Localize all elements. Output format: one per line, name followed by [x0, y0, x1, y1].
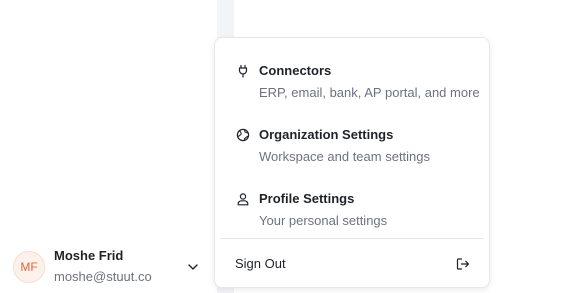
app-root: MF Moshe Frid moshe@stuut.co Connectors …	[0, 0, 568, 293]
plug-icon	[238, 64, 248, 78]
menu-item-description: ERP, email, bank, AP portal, and more	[259, 85, 480, 100]
sidebar: MF Moshe Frid moshe@stuut.co	[0, 0, 217, 293]
sign-out-label: Sign Out	[235, 256, 286, 271]
user-account-button[interactable]: MF Moshe Frid moshe@stuut.co	[0, 238, 217, 293]
menu-item-title: Profile Settings	[259, 191, 355, 206]
menu-divider	[220, 238, 484, 239]
menu-item-title: Organization Settings	[259, 127, 394, 142]
menu-item-profile-settings[interactable]: Profile Settings Your personal settings	[215, 174, 489, 234]
sign-out-button[interactable]: Sign Out	[215, 248, 489, 280]
menu-item-description: Your personal settings	[259, 213, 388, 228]
chevron-down-icon[interactable]	[186, 260, 200, 274]
user-email: moshe@stuut.co	[54, 269, 152, 284]
globe-icon	[236, 128, 250, 142]
avatar: MF	[13, 251, 45, 283]
menu-item-description: Workspace and team settings	[259, 149, 431, 164]
menu-item-organization-settings[interactable]: Organization Settings Workspace and team…	[215, 110, 489, 170]
sign-out-icon	[456, 258, 470, 270]
user-icon	[237, 193, 249, 206]
menu-item-title: Connectors	[259, 63, 332, 78]
account-dropdown-menu: Connectors ERP, email, bank, AP portal, …	[214, 37, 490, 288]
user-name: Moshe Frid	[54, 248, 124, 263]
menu-item-connectors[interactable]: Connectors ERP, email, bank, AP portal, …	[215, 46, 489, 106]
